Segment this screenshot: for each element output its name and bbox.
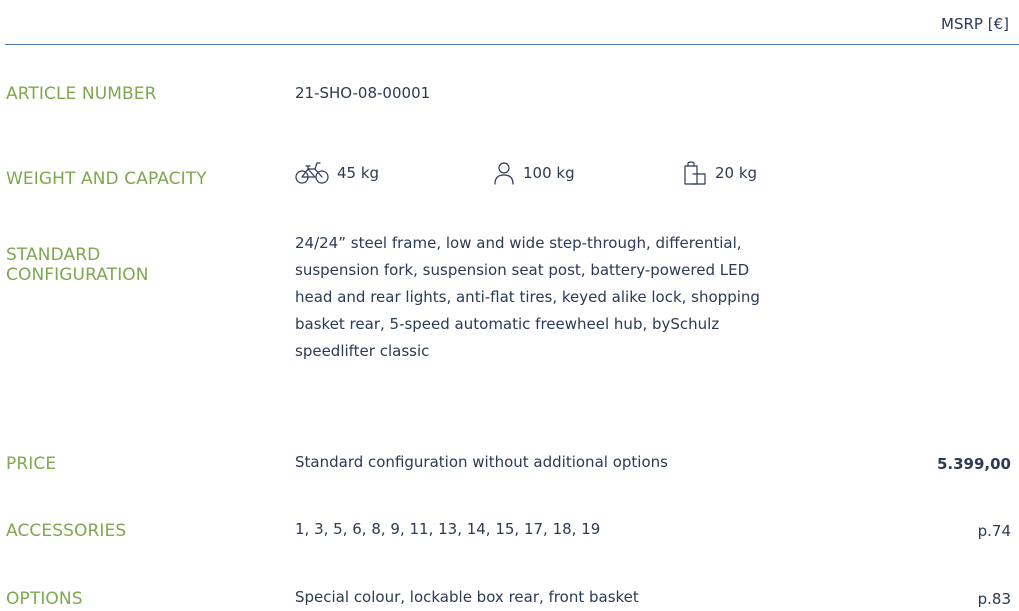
- rider-capacity: 100 kg: [493, 158, 575, 188]
- bike-weight-value: 45 kg: [337, 164, 380, 182]
- config-line: head and rear lights, anti-flat tires, k…: [295, 288, 760, 306]
- header-rule: [5, 44, 1019, 45]
- bike-weight: 45 kg: [295, 158, 379, 188]
- accessories-value: 1, 3, 5, 6, 8, 9, 11, 13, 14, 15, 17, 18…: [295, 520, 601, 538]
- price-label: PRICE: [6, 454, 57, 474]
- luggage-capacity: 20 kg: [683, 158, 757, 188]
- config-line: basket rear, 5-speed automatic freewheel…: [295, 315, 720, 333]
- person-icon: [493, 161, 523, 185]
- options-page: p.83: [977, 590, 1011, 608]
- standard-configuration-value: 24/24” steel frame, low and wide step-th…: [295, 230, 895, 365]
- config-line: 24/24” steel frame, low and wide step-th…: [295, 234, 742, 252]
- accessories-label: ACCESSORIES: [6, 521, 127, 541]
- luggage-icon: [683, 160, 715, 186]
- accessories-page: p.74: [977, 522, 1011, 540]
- config-line: speedlifter classic: [295, 342, 430, 360]
- price-description: Standard configuration without additiona…: [295, 453, 668, 471]
- msrp-header: MSRP [€]: [941, 15, 1009, 33]
- rider-capacity-value: 100 kg: [523, 164, 575, 182]
- options-value: Special colour, lockable box rear, front…: [295, 588, 639, 606]
- price-amount: 5.399,00: [936, 455, 1011, 473]
- weight-capacity-label: WEIGHT AND CAPACITY: [6, 169, 207, 189]
- config-line: suspension fork, suspension seat post, b…: [295, 261, 750, 279]
- luggage-capacity-value: 20 kg: [715, 164, 758, 182]
- article-number-label: ARTICLE NUMBER: [6, 84, 157, 104]
- standard-configuration-label: STANDARD CONFIGURATION: [6, 245, 149, 285]
- article-number-value: 21-SHO-08-00001: [295, 84, 431, 102]
- standard-label-line2: CONFIGURATION: [6, 265, 149, 285]
- bicycle-icon: [295, 161, 337, 185]
- options-label: OPTIONS: [6, 589, 83, 609]
- standard-label-line1: STANDARD: [6, 245, 101, 265]
